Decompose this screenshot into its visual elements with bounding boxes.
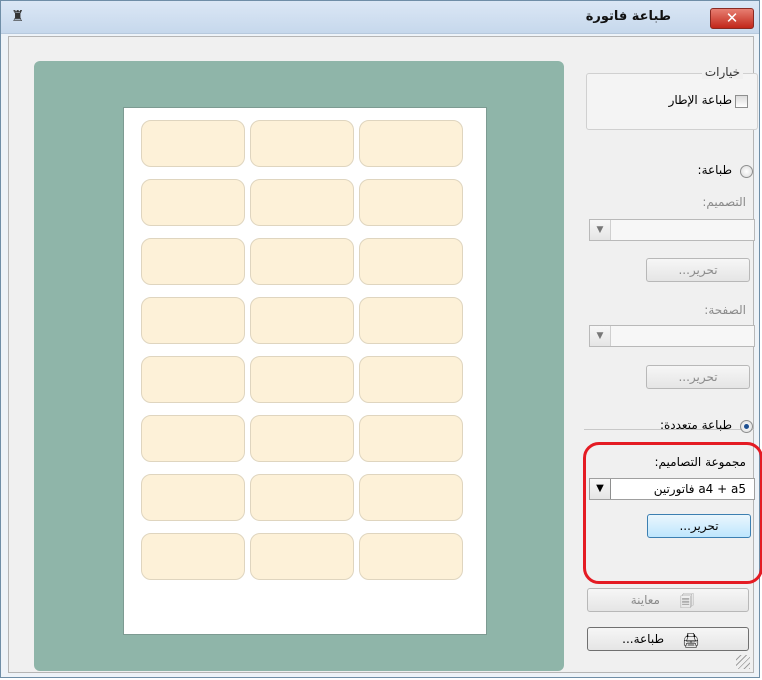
close-button[interactable]: ✕ [710, 8, 754, 29]
label-cell [141, 533, 245, 580]
label-cell [141, 179, 245, 226]
edit-design-group-button[interactable]: تحرير... [647, 514, 751, 538]
label-cell [359, 356, 463, 403]
label-cell [250, 179, 354, 226]
page-label: الصفحة: [704, 303, 746, 317]
label-cell [250, 297, 354, 344]
document-preview-icon: 🗐 [680, 594, 694, 610]
print-radio[interactable] [740, 165, 753, 178]
multi-print-radio[interactable] [740, 420, 753, 433]
design-group-select[interactable]: ▼ فاتورتين a4 + a5 [589, 478, 755, 500]
label-cell [250, 415, 354, 462]
label-cell [141, 415, 245, 462]
chevron-down-icon: ▼ [590, 220, 611, 240]
label-cell [141, 120, 245, 167]
page-select[interactable]: ▼ [589, 325, 755, 347]
dialog-client-area: خيارات طباعة الإطار طباعة: التصميم: ▼ تح… [8, 36, 762, 673]
print-invoice-window: ♜ طباعة فاتورة ✕ خيارات طباعة الإطار طبا… [0, 0, 762, 678]
preview-button-label: معاينة [630, 593, 660, 607]
print-button-label: طباعة... [622, 632, 664, 646]
label-cell [359, 297, 463, 344]
label-cell [359, 533, 463, 580]
options-group-title: خيارات [701, 65, 743, 79]
multi-print-label: طباعة متعددة: [659, 418, 732, 432]
design-group-label: مجموعة التصاميم: [654, 455, 746, 469]
print-preview-area [34, 61, 564, 671]
resize-grip[interactable] [736, 655, 750, 669]
label-cell [250, 120, 354, 167]
label-cell [141, 474, 245, 521]
design-label: التصميم: [702, 195, 746, 209]
print-frame-checkbox[interactable] [735, 95, 748, 108]
label-cell [141, 356, 245, 403]
pencil-cup-icon: ♜ [11, 7, 25, 25]
design-select[interactable]: ▼ [589, 219, 755, 241]
paper-sheet [123, 107, 487, 635]
label-cell [359, 120, 463, 167]
label-cell [359, 238, 463, 285]
close-icon: ✕ [725, 9, 739, 27]
label-cell [250, 474, 354, 521]
edit-page-button[interactable]: تحرير... [646, 365, 750, 389]
chevron-down-icon: ▼ [590, 326, 611, 346]
label-cell [141, 297, 245, 344]
label-cell [250, 533, 354, 580]
options-group: خيارات طباعة الإطار [586, 65, 758, 130]
print-radio-label: طباعة: [697, 163, 732, 177]
window-title: طباعة فاتورة [585, 9, 671, 24]
print-frame-label: طباعة الإطار [668, 93, 732, 107]
preview-button[interactable]: 🗐 معاينة [587, 588, 749, 612]
label-cell [359, 415, 463, 462]
label-cell [141, 238, 245, 285]
label-cell [250, 238, 354, 285]
printer-icon: 🖨 [682, 633, 700, 649]
label-cell [359, 474, 463, 521]
chevron-down-icon: ▼ [590, 479, 611, 499]
print-button[interactable]: 🖨 طباعة... [587, 627, 749, 651]
title-bar[interactable]: ♜ طباعة فاتورة ✕ [1, 1, 759, 34]
label-cell [250, 356, 354, 403]
edit-design-button[interactable]: تحرير... [646, 258, 750, 282]
label-cell [359, 179, 463, 226]
